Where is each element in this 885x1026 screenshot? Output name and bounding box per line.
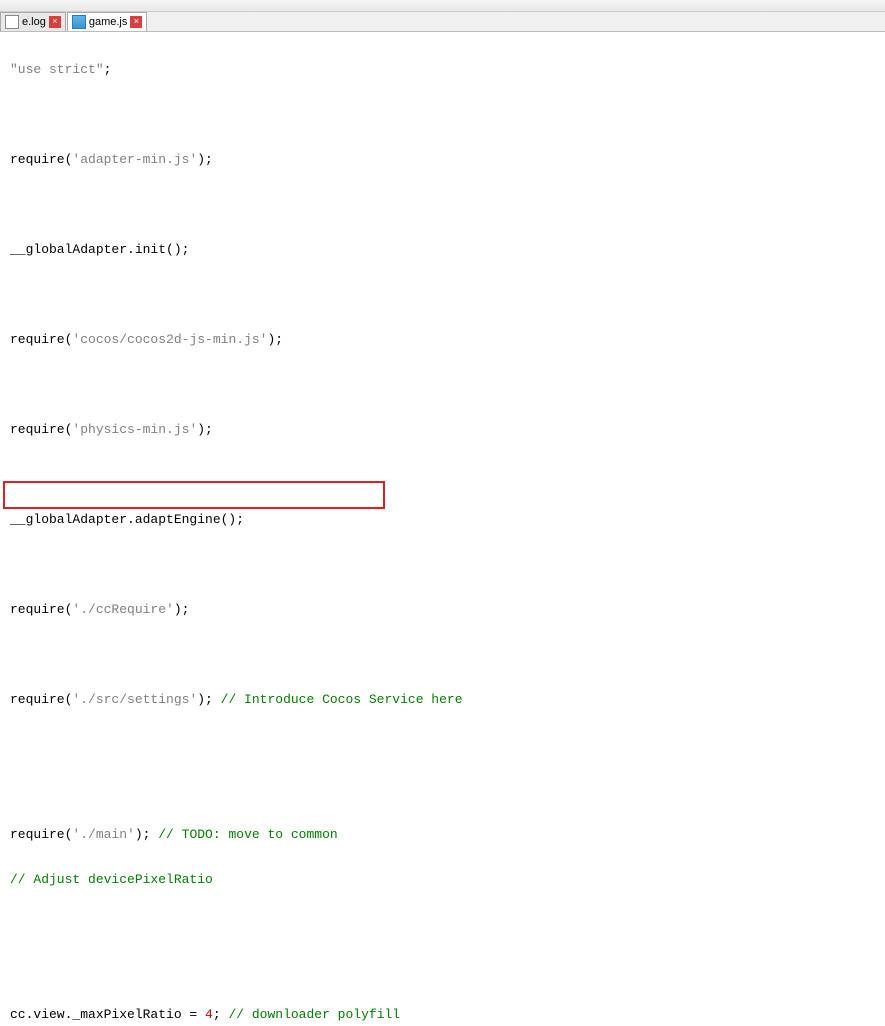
code-text: __globalAdapter.init(); bbox=[10, 242, 189, 257]
code-string: 'physics-min.js' bbox=[72, 422, 197, 437]
file-icon bbox=[5, 15, 19, 29]
tab-game-js[interactable]: game.js × bbox=[67, 12, 148, 31]
annotation-box bbox=[3, 481, 385, 509]
code-text: ); bbox=[174, 602, 190, 617]
code-text: cc.view._maxPixelRatio = bbox=[10, 1007, 205, 1022]
code-text: ); bbox=[197, 692, 220, 707]
toolbar bbox=[0, 0, 885, 12]
code-text: ); bbox=[267, 332, 283, 347]
code-text: require( bbox=[10, 332, 72, 347]
js-file-icon bbox=[72, 15, 86, 29]
code-editor[interactable]: "use strict"; require('adapter-min.js');… bbox=[0, 32, 885, 1026]
code-text: require( bbox=[10, 692, 72, 707]
code-comment: // TODO: move to common bbox=[158, 827, 337, 842]
code-comment: // Introduce Cocos Service here bbox=[221, 692, 463, 707]
code-comment: // downloader polyfill bbox=[228, 1007, 400, 1022]
code-text: require( bbox=[10, 602, 72, 617]
code-string: './ccRequire' bbox=[72, 602, 173, 617]
code-text: ; bbox=[104, 62, 112, 77]
code-text: require( bbox=[10, 827, 72, 842]
close-icon[interactable]: × bbox=[130, 16, 142, 28]
code-text: require( bbox=[10, 422, 72, 437]
tab-bar: e.log × game.js × bbox=[0, 12, 885, 32]
tab-label: e.log bbox=[22, 16, 46, 28]
code-string: './main' bbox=[72, 827, 134, 842]
code-text: require( bbox=[10, 152, 72, 167]
code-text: ); bbox=[197, 422, 213, 437]
close-icon[interactable]: × bbox=[49, 16, 61, 28]
tab-log[interactable]: e.log × bbox=[0, 12, 66, 31]
code-string: './src/settings' bbox=[72, 692, 197, 707]
tab-label: game.js bbox=[89, 16, 128, 28]
code-text: ); bbox=[197, 152, 213, 167]
code-comment: // Adjust devicePixelRatio bbox=[10, 872, 213, 887]
code-text: ); bbox=[135, 827, 158, 842]
code-number: 4 bbox=[205, 1007, 213, 1022]
code-string: "use strict" bbox=[10, 62, 104, 77]
code-text: __globalAdapter.adaptEngine(); bbox=[10, 512, 244, 527]
code-text: ; bbox=[213, 1007, 229, 1022]
code-string: 'adapter-min.js' bbox=[72, 152, 197, 167]
code-string: 'cocos/cocos2d-js-min.js' bbox=[72, 332, 267, 347]
